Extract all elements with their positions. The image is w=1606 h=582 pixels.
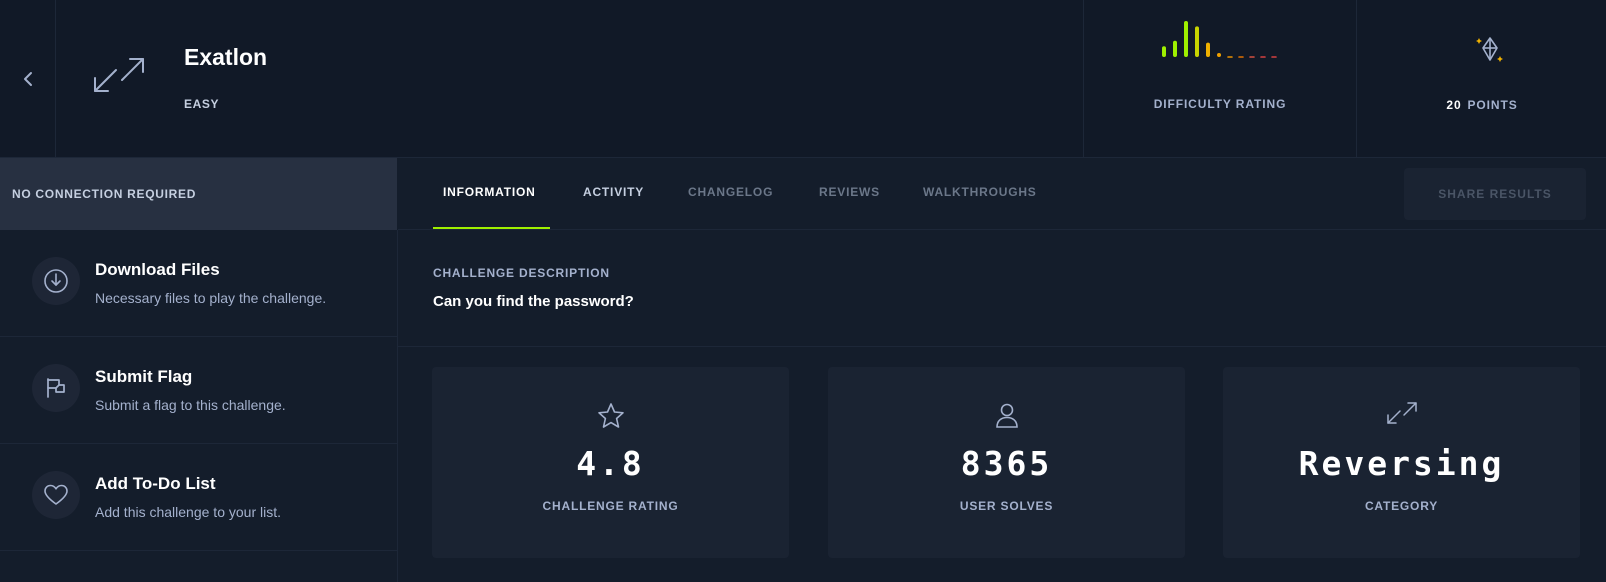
difficulty-bar bbox=[1206, 42, 1210, 57]
tab-changelog[interactable]: CHANGELOG bbox=[688, 185, 773, 199]
action-subtitle: Submit a flag to this challenge. bbox=[95, 397, 286, 413]
add-todo-button[interactable]: Add To-Do List Add this challenge to you… bbox=[0, 444, 397, 551]
download-icon bbox=[44, 269, 68, 293]
action-title: Add To-Do List bbox=[95, 474, 216, 493]
stat-card-category: Reversing CATEGORY bbox=[1223, 367, 1580, 558]
challenge-title: Exatlon bbox=[184, 44, 268, 70]
tab-information[interactable]: INFORMATION bbox=[443, 185, 536, 199]
active-tab-indicator bbox=[433, 227, 550, 229]
download-icon-circle bbox=[32, 257, 80, 305]
challenge-rating-value: 4.8 bbox=[576, 444, 645, 483]
tab-bar: INFORMATION ACTIVITY CHANGELOG REVIEWS W… bbox=[398, 158, 1606, 230]
challenge-description: CHALLENGE DESCRIPTION Can you find the p… bbox=[398, 230, 1606, 347]
reversing-arrows-icon bbox=[94, 58, 144, 92]
difficulty-bar bbox=[1195, 26, 1199, 57]
user-icon bbox=[995, 403, 1018, 428]
flag-icon-circle bbox=[32, 364, 80, 412]
user-solves-label: USER SOLVES bbox=[959, 499, 1054, 513]
diamond-sparkle-icon bbox=[1476, 37, 1503, 62]
connection-status: NO CONNECTION REQUIRED bbox=[0, 158, 397, 230]
submit-flag-button[interactable]: Submit Flag Submit a flag to this challe… bbox=[0, 337, 397, 444]
difficulty-bar bbox=[1217, 53, 1221, 57]
points-number: 20 bbox=[1446, 98, 1462, 112]
difficulty-rating[interactable]: DIFFICULTY RATING bbox=[1083, 0, 1357, 158]
flag-icon bbox=[47, 378, 65, 398]
category-label: CATEGORY bbox=[1364, 499, 1439, 513]
tab-reviews[interactable]: REVIEWS bbox=[819, 185, 880, 199]
description-text: Can you find the password? bbox=[433, 293, 634, 310]
action-subtitle: Add this challenge to your list. bbox=[95, 504, 281, 520]
difficulty-rating-label: DIFFICULTY RATING bbox=[1153, 97, 1287, 111]
chevron-left-icon bbox=[23, 72, 32, 86]
challenge-header: Exatlon EASY DIFFICULTY RATING 20 POINTS bbox=[0, 0, 1606, 158]
description-label: CHALLENGE DESCRIPTION bbox=[433, 266, 610, 280]
challenge-rating-label: CHALLENGE RATING bbox=[542, 499, 679, 513]
action-title: Submit Flag bbox=[95, 367, 193, 386]
tab-walkthroughs[interactable]: WALKTHROUGHS bbox=[923, 185, 1037, 199]
category-value: Reversing bbox=[1298, 444, 1505, 483]
difficulty-bar bbox=[1173, 40, 1177, 57]
tab-activity[interactable]: ACTIVITY bbox=[583, 185, 644, 199]
download-files-button[interactable]: Download Files Necessary files to play t… bbox=[0, 230, 397, 337]
points-label: POINTS bbox=[1467, 98, 1518, 112]
back-button[interactable] bbox=[0, 0, 56, 158]
stat-card-rating: 4.8 CHALLENGE RATING bbox=[432, 367, 789, 558]
heart-icon bbox=[44, 484, 68, 505]
reversing-arrows-icon bbox=[1386, 402, 1417, 424]
action-subtitle: Necessary files to play the challenge. bbox=[95, 290, 327, 306]
heart-icon-circle bbox=[32, 471, 80, 519]
points-value: 20 POINTS bbox=[1358, 98, 1606, 112]
difficulty-bar bbox=[1184, 21, 1188, 57]
action-title: Download Files bbox=[95, 260, 220, 279]
points-block: 20 POINTS bbox=[1358, 0, 1606, 158]
share-results-button[interactable]: SHARE RESULTS bbox=[1404, 168, 1586, 220]
stat-card-solves: 8365 USER SOLVES bbox=[828, 367, 1185, 558]
difficulty-level: EASY bbox=[184, 97, 220, 111]
difficulty-bar bbox=[1162, 46, 1166, 57]
star-icon bbox=[597, 403, 624, 428]
difficulty-chart bbox=[1162, 21, 1277, 58]
user-solves-value: 8365 bbox=[960, 444, 1053, 483]
action-list: Download Files Necessary files to play t… bbox=[0, 230, 398, 582]
challenge-page: Exatlon EASY DIFFICULTY RATING 20 POINTS … bbox=[0, 0, 1606, 582]
